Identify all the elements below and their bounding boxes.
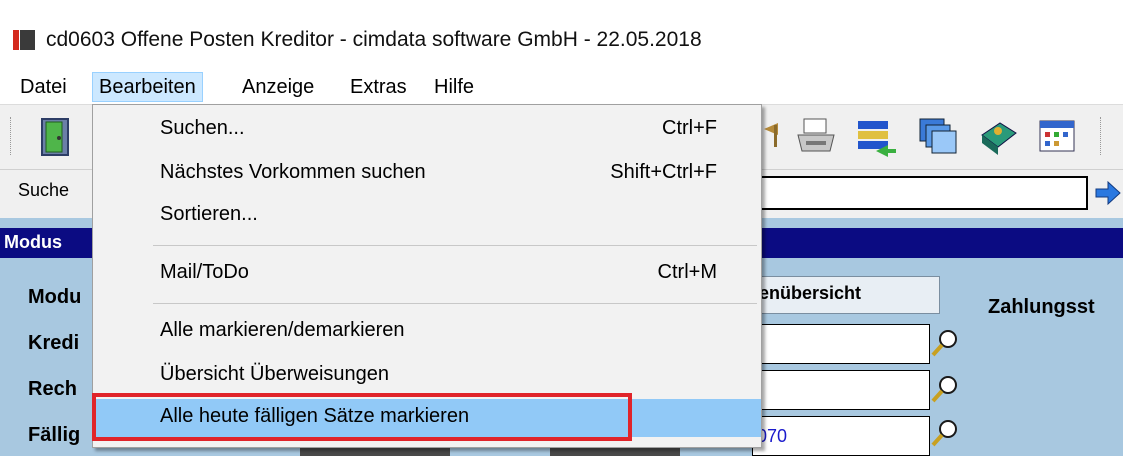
search-label: Suche [18,180,70,200]
dd-label: Sortieren... [160,203,258,225]
menu-anzeige[interactable]: Anzeige [236,72,320,102]
book-icon[interactable] [976,115,1020,159]
faellig-field[interactable]: 070 [752,416,930,456]
label-kreditor: Kredi [28,332,80,354]
dd-item-mail-todo[interactable]: Mail/ToDo Ctrl+M [93,255,761,293]
magnifier-icon[interactable] [930,418,960,448]
app-icon [13,30,35,50]
zahlungsstatus-label: Zahlungsst [988,296,1095,318]
dd-item-suchen[interactable]: Suchen... Ctrl+F [93,111,761,149]
label-modus: Modu [28,286,82,308]
window-title: cd0603 Offene Posten Kreditor - cimdata … [46,28,702,51]
menu-bar: Datei Bearbeiten Anzeige Extras Hilfe [0,72,1123,104]
dd-label: Alle markieren/demarkieren [160,319,405,341]
overview-button-label: enübersicht [759,283,862,303]
label-faellig: Fällig [28,424,81,446]
dd-separator [153,303,757,304]
label-rechnung: Rech [28,378,77,400]
dd-item-sortieren[interactable]: Sortieren... [93,197,761,235]
dd-shortcut: Ctrl+M [657,261,717,283]
search-input[interactable] [740,176,1088,210]
windows-icon[interactable] [916,115,960,159]
dd-item-uebersicht[interactable]: Übersicht Überweisungen [93,357,761,395]
highlight-annotation [92,393,632,441]
dd-item-alle-markieren[interactable]: Alle markieren/demarkieren [93,313,761,351]
toolbar-grip[interactable] [10,117,13,155]
print-icon[interactable] [794,115,838,159]
transfer-icon[interactable] [854,115,898,159]
table-icon[interactable] [1036,115,1080,159]
overview-button[interactable]: enübersicht [752,276,940,314]
dd-shortcut: Shift+Ctrl+F [610,161,717,183]
toolbar-grip-2[interactable] [1100,117,1103,155]
modus-band-label: Modus [4,232,62,252]
dd-item-naechstes[interactable]: Nächstes Vorkommen suchen Shift+Ctrl+F [93,155,761,193]
magnifier-icon[interactable] [930,374,960,404]
magnifier-icon[interactable] [930,328,960,358]
menu-bearbeiten[interactable]: Bearbeiten [92,72,203,102]
dd-separator [153,245,757,246]
dd-label: Mail/ToDo [160,261,249,283]
kreditor-field[interactable] [752,324,930,364]
exit-door-icon[interactable] [36,115,80,159]
menu-hilfe[interactable]: Hilfe [428,72,480,102]
dd-label: Suchen... [160,117,245,139]
menu-extras[interactable]: Extras [344,72,413,102]
dd-label: Nächstes Vorkommen suchen [160,161,426,183]
dd-label: Übersicht Überweisungen [160,363,390,385]
dd-shortcut: Ctrl+F [662,117,717,139]
title-bar: cd0603 Offene Posten Kreditor - cimdata … [0,0,1123,72]
rechnung-field[interactable] [752,370,930,410]
arrow-right-icon[interactable] [1094,178,1122,208]
menu-datei[interactable]: Datei [14,72,73,102]
